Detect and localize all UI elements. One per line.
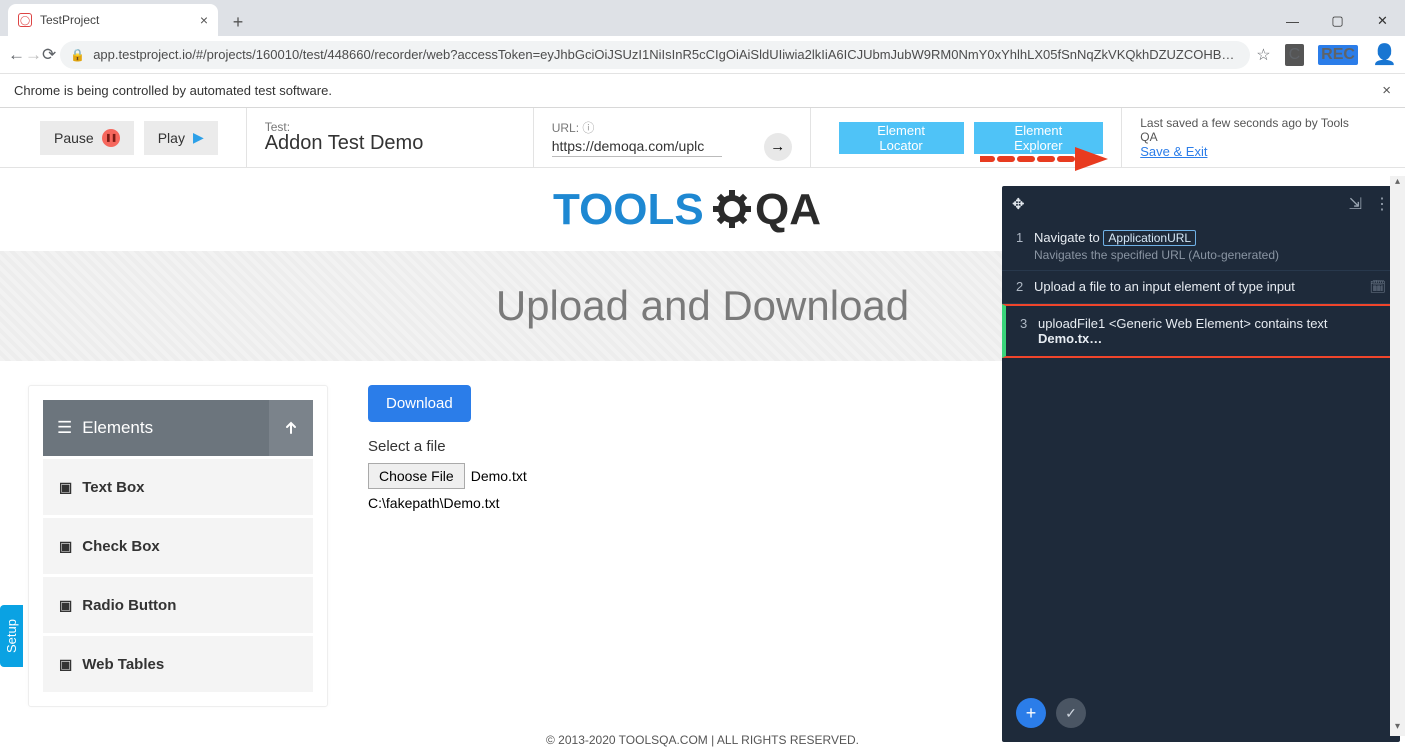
sidebar-header[interactable]: ☰ Elements (43, 400, 313, 456)
step-row-2[interactable]: 2 Upload a file to an input element of t… (1002, 271, 1400, 304)
last-saved-text: Last saved a few seconds ago by Tools QA (1140, 116, 1365, 144)
step-title: Navigate to ApplicationURL (1034, 230, 1386, 245)
step-actions: + ✓ (1016, 698, 1086, 728)
content-column: Download Select a file Choose File Demo.… (328, 385, 527, 707)
menu-icon: ☰ (57, 418, 72, 438)
save-block: Last saved a few seconds ago by Tools QA… (1140, 116, 1365, 159)
play-label: Play (158, 130, 185, 146)
step-title: Upload a file to an input element of typ… (1034, 279, 1369, 294)
sidebar-item-label: Radio Button (82, 597, 176, 614)
steps-panel-header[interactable]: ✥ ⇲ ⋮ (1002, 186, 1400, 222)
info-icon[interactable]: ⓘ (582, 121, 594, 135)
svg-text:TOOLS: TOOLS (553, 185, 704, 234)
page-scrollbar[interactable]: ▴ ▾ (1390, 176, 1405, 736)
step-subtitle: Navigates the specified URL (Auto-genera… (1034, 248, 1386, 262)
download-button[interactable]: Download (368, 385, 471, 422)
select-file-label: Select a file (368, 438, 527, 455)
item-icon: ▣ (59, 597, 72, 614)
recorder-toolbar: Pause Play ▶ Test: Addon Test Demo URL: … (0, 108, 1405, 168)
step-title: uploadFile1 <Generic Web Element> contai… (1038, 316, 1384, 346)
validate-step-button[interactable]: ✓ (1056, 698, 1086, 728)
panel-menu-icon[interactable]: ⋮ (1374, 194, 1390, 214)
step-number: 3 (1020, 316, 1038, 331)
tab-close-icon[interactable]: × (200, 12, 208, 28)
window-maximize-icon[interactable]: ▢ (1315, 6, 1360, 36)
page-title: Upload and Download (496, 282, 909, 330)
step-row-1[interactable]: 1 Navigate to ApplicationURL Navigates t… (1002, 222, 1400, 271)
step-number: 2 (1016, 279, 1034, 294)
automation-info-bar: Chrome is being controlled by automated … (0, 74, 1405, 108)
window-controls: — ▢ ✕ (1270, 6, 1405, 36)
tab-title: TestProject (40, 13, 99, 27)
address-bar-row: ← → ⟳ 🔒 app.testproject.io/#/projects/16… (0, 36, 1405, 74)
favicon: ◯ (18, 13, 32, 27)
choose-file-button[interactable]: Choose File (368, 463, 465, 489)
back-icon[interactable]: ← (8, 45, 25, 65)
profile-icon[interactable]: 👤 (1372, 42, 1397, 67)
minimize-panel-icon[interactable]: ⇲ (1349, 194, 1362, 214)
file-path-text: C:\fakepath\Demo.txt (368, 495, 527, 511)
schedule-icon[interactable]: 🗓 (1369, 279, 1386, 295)
play-button[interactable]: Play ▶ (144, 121, 218, 155)
divider (1121, 108, 1122, 168)
setup-tab[interactable]: Setup (0, 605, 23, 667)
scroll-down-icon[interactable]: ▾ (1390, 721, 1405, 736)
sidebar-item-label: Check Box (82, 538, 160, 555)
divider (533, 108, 534, 168)
divider (810, 108, 811, 168)
new-tab-button[interactable]: + (224, 8, 252, 36)
item-icon: ▣ (59, 479, 72, 496)
sidebar-item-label: Web Tables (82, 656, 164, 673)
step-row-3[interactable]: 3 uploadFile1 <Generic Web Element> cont… (1006, 308, 1398, 354)
item-icon: ▣ (59, 538, 72, 555)
save-exit-link[interactable]: Save & Exit (1140, 144, 1207, 159)
infobar-close-icon[interactable]: × (1382, 82, 1391, 99)
sidebar-item-textbox[interactable]: ▣ Text Box (43, 459, 313, 515)
extension-c-icon[interactable]: C (1285, 44, 1305, 66)
extension-rec-badge[interactable]: REC (1318, 45, 1358, 65)
automation-notice: Chrome is being controlled by automated … (14, 83, 332, 98)
step-parameter: ApplicationURL (1103, 230, 1196, 246)
pause-label: Pause (54, 130, 94, 146)
sidebar-item-radiobutton[interactable]: ▣ Radio Button (43, 577, 313, 633)
collapse-icon[interactable] (269, 400, 313, 456)
lock-icon: 🔒 (70, 48, 85, 62)
pause-button[interactable]: Pause (40, 121, 134, 155)
url-input[interactable] (552, 136, 722, 157)
url-label: URL: ⓘ (552, 119, 792, 136)
sidebar-card: ☰ Elements ▣ Text Box ▣ Check Box ▣ Radio B… (28, 385, 328, 707)
sidebar-title: Elements (82, 418, 153, 438)
record-indicator-icon (102, 129, 120, 147)
navigate-go-button[interactable]: → (764, 133, 792, 161)
step-number: 1 (1016, 230, 1034, 245)
test-name-block: Test: Addon Test Demo (265, 120, 515, 155)
url-block: URL: ⓘ → (552, 119, 792, 157)
window-minimize-icon[interactable]: — (1270, 6, 1315, 36)
steps-panel: ✥ ⇲ ⋮ 1 Navigate to ApplicationURL Navig… (1002, 186, 1400, 742)
browser-tab[interactable]: ◯ TestProject × (8, 4, 218, 36)
step-row-3-highlight: 3 uploadFile1 <Generic Web Element> cont… (1002, 304, 1400, 358)
divider (246, 108, 247, 168)
item-icon: ▣ (59, 656, 72, 673)
address-bar[interactable]: 🔒 app.testproject.io/#/projects/160010/t… (60, 41, 1250, 69)
address-actions: ☆ C REC 👤 ⋮ (1250, 42, 1405, 67)
play-icon: ▶ (193, 129, 204, 146)
window-close-icon[interactable]: ✕ (1360, 6, 1405, 36)
forward-icon[interactable]: → (25, 45, 42, 65)
sidebar-item-checkbox[interactable]: ▣ Check Box (43, 518, 313, 574)
add-step-button[interactable]: + (1016, 698, 1046, 728)
test-name: Addon Test Demo (265, 132, 515, 155)
scroll-up-icon[interactable]: ▴ (1390, 176, 1405, 191)
browser-tab-strip: ◯ TestProject × + — ▢ ✕ (0, 0, 1405, 36)
chosen-file-name: Demo.txt (471, 468, 527, 484)
element-locator-button[interactable]: Element Locator (839, 122, 964, 154)
url-text: app.testproject.io/#/projects/160010/tes… (93, 47, 1234, 62)
bookmark-icon[interactable]: ☆ (1256, 45, 1270, 65)
sidebar-item-label: Text Box (82, 479, 144, 496)
move-icon[interactable]: ✥ (1012, 195, 1025, 213)
svg-text:QA: QA (755, 185, 821, 234)
sidebar-item-webtables[interactable]: ▣ Web Tables (43, 636, 313, 692)
reload-icon[interactable]: ⟳ (42, 45, 56, 65)
